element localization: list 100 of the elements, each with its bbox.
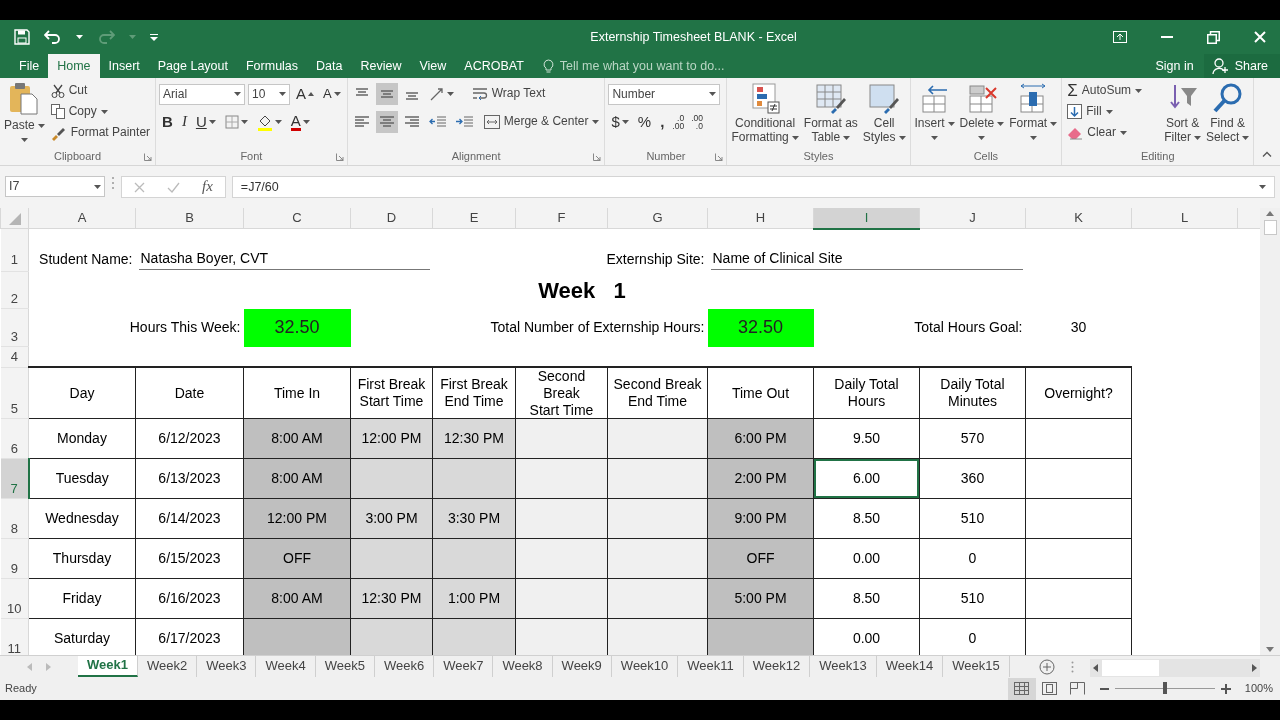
zoom-slider-thumb[interactable] [1162, 682, 1167, 694]
save-icon[interactable] [14, 29, 30, 45]
row-header[interactable]: 1 [0, 228, 29, 272]
cut-button[interactable]: Cut [48, 80, 153, 101]
row-header[interactable]: 10 [0, 578, 29, 619]
table-cell[interactable] [243, 618, 351, 655]
ribbon-tab[interactable]: ACROBAT [455, 54, 533, 78]
column-header[interactable]: J [919, 208, 1026, 229]
formula-field[interactable]: =J7/60 [231, 176, 1275, 198]
format-as-table-button[interactable]: Format as Table [802, 80, 859, 145]
fill-button[interactable]: Fill [1065, 101, 1161, 122]
dialog-launcher-icon[interactable] [593, 153, 602, 161]
align-middle-button[interactable] [375, 83, 398, 105]
table-cell[interactable] [515, 418, 608, 459]
restore-icon[interactable] [1207, 30, 1220, 44]
format-button[interactable]: Format [1008, 80, 1059, 145]
close-icon[interactable] [1254, 31, 1266, 43]
name-box[interactable]: I7 [5, 176, 105, 197]
table-cell[interactable]: 0 [919, 538, 1026, 579]
paste-button[interactable]: Paste [3, 80, 46, 147]
table-cell[interactable]: 6/16/2023 [135, 578, 244, 619]
view-button[interactable] [1007, 677, 1036, 700]
ribbon-tab[interactable]: Data [307, 54, 352, 78]
sign-in-link[interactable]: Sign in [1145, 54, 1204, 78]
sheet-tab[interactable]: Week1 [78, 656, 138, 677]
column-header[interactable]: L [1131, 208, 1238, 229]
table-cell[interactable]: 510 [919, 498, 1026, 539]
table-cell[interactable] [607, 578, 708, 619]
font-size-dropdown[interactable]: 10 [248, 83, 291, 105]
table-cell[interactable]: Wednesday [28, 498, 136, 539]
ribbon-tab[interactable]: Insert [99, 54, 149, 78]
ribbon-tab[interactable]: View [410, 54, 456, 78]
scroll-down-icon[interactable] [1266, 647, 1274, 652]
column-header[interactable]: E [432, 208, 516, 229]
comma-button[interactable]: , [657, 111, 668, 133]
table-cell[interactable] [707, 618, 814, 655]
table-cell[interactable]: 8:00 AM [243, 578, 351, 619]
table-cell[interactable]: 5:00 PM [707, 578, 814, 619]
currency-button[interactable]: $ [608, 111, 632, 133]
insert-function-button[interactable]: fx [202, 178, 213, 196]
table-cell[interactable] [607, 618, 708, 655]
table-cell[interactable] [432, 458, 516, 499]
table-cell[interactable]: 8:00 AM [243, 418, 351, 459]
dialog-launcher-icon[interactable] [335, 153, 344, 161]
column-header[interactable]: C [243, 208, 351, 229]
table-cell[interactable]: 12:00 PM [243, 498, 351, 539]
dialog-launcher-icon[interactable] [715, 153, 724, 161]
vertical-scrollbar[interactable] [1260, 208, 1280, 655]
table-cell[interactable]: 12:00 PM [350, 418, 433, 459]
copy-button[interactable]: Copy [48, 101, 153, 122]
find-select-button[interactable]: Find & Select [1204, 80, 1251, 145]
table-cell[interactable]: OFF [707, 538, 814, 579]
insert-button[interactable]: Insert [913, 80, 956, 145]
table-cell[interactable] [350, 618, 433, 655]
decrease-decimal-button[interactable]: .00 .0 [689, 113, 705, 131]
shrink-font-button[interactable]: A [320, 83, 344, 105]
ribbon-tab[interactable]: Home [48, 54, 100, 78]
table-cell[interactable]: Tuesday [28, 458, 136, 499]
zoom-out-icon[interactable] [1099, 687, 1109, 690]
ribbon-tab[interactable]: Review [351, 54, 411, 78]
table-cell[interactable]: 8.50 [813, 578, 920, 619]
autosum-button[interactable]: Σ AutoSum [1065, 80, 1161, 101]
table-cell[interactable] [607, 418, 708, 459]
column-header[interactable]: H [707, 208, 814, 229]
bold-button[interactable]: B [159, 111, 176, 133]
scroll-left-icon[interactable] [1093, 663, 1098, 672]
active-cell[interactable]: 6.00 [813, 458, 920, 499]
table-cell[interactable] [515, 578, 608, 619]
grow-font-button[interactable]: A [293, 83, 318, 105]
customize-icon[interactable] [150, 33, 158, 41]
zoom-level[interactable]: 100% [1244, 680, 1273, 697]
italic-button[interactable]: I [178, 111, 190, 133]
table-cell[interactable]: 1:00 PM [432, 578, 516, 619]
table-cell[interactable]: 6/15/2023 [135, 538, 244, 579]
align-center-button[interactable] [375, 111, 398, 133]
conditional-formatting-button[interactable]: Conditional Formatting [730, 80, 800, 145]
format-painter-button[interactable]: Format Painter [48, 122, 153, 143]
table-cell[interactable]: 2:00 PM [707, 458, 814, 499]
row-header[interactable]: 9 [0, 538, 29, 579]
table-cell[interactable]: 3:00 PM [350, 498, 433, 539]
font-name-dropdown[interactable]: Arial [159, 83, 246, 105]
zoom-in-icon[interactable] [1220, 683, 1231, 694]
ribbon-display-icon[interactable] [1113, 31, 1127, 43]
tell-me-field[interactable]: Tell me what you want to do... [557, 55, 748, 77]
number-format-dropdown[interactable]: Number [608, 83, 721, 105]
table-cell[interactable]: Friday [28, 578, 136, 619]
table-cell[interactable]: 8.50 [813, 498, 920, 539]
scroll-thumb[interactable] [1263, 220, 1277, 235]
table-cell[interactable]: 9:00 PM [707, 498, 814, 539]
ribbon-tab[interactable]: Formulas [236, 54, 308, 78]
table-cell[interactable]: 0.00 [813, 538, 920, 579]
sort-filter-button[interactable]: Sort & Filter [1163, 80, 1202, 145]
column-header[interactable]: G [607, 208, 708, 229]
table-cell[interactable] [607, 498, 708, 539]
column-header[interactable]: B [135, 208, 244, 229]
table-cell[interactable] [607, 538, 708, 579]
row-header[interactable]: 8 [0, 498, 29, 539]
table-cell[interactable]: 12:30 PM [432, 418, 516, 459]
ribbon-tab[interactable]: File [10, 54, 49, 78]
table-cell[interactable]: 6:00 PM [707, 418, 814, 459]
